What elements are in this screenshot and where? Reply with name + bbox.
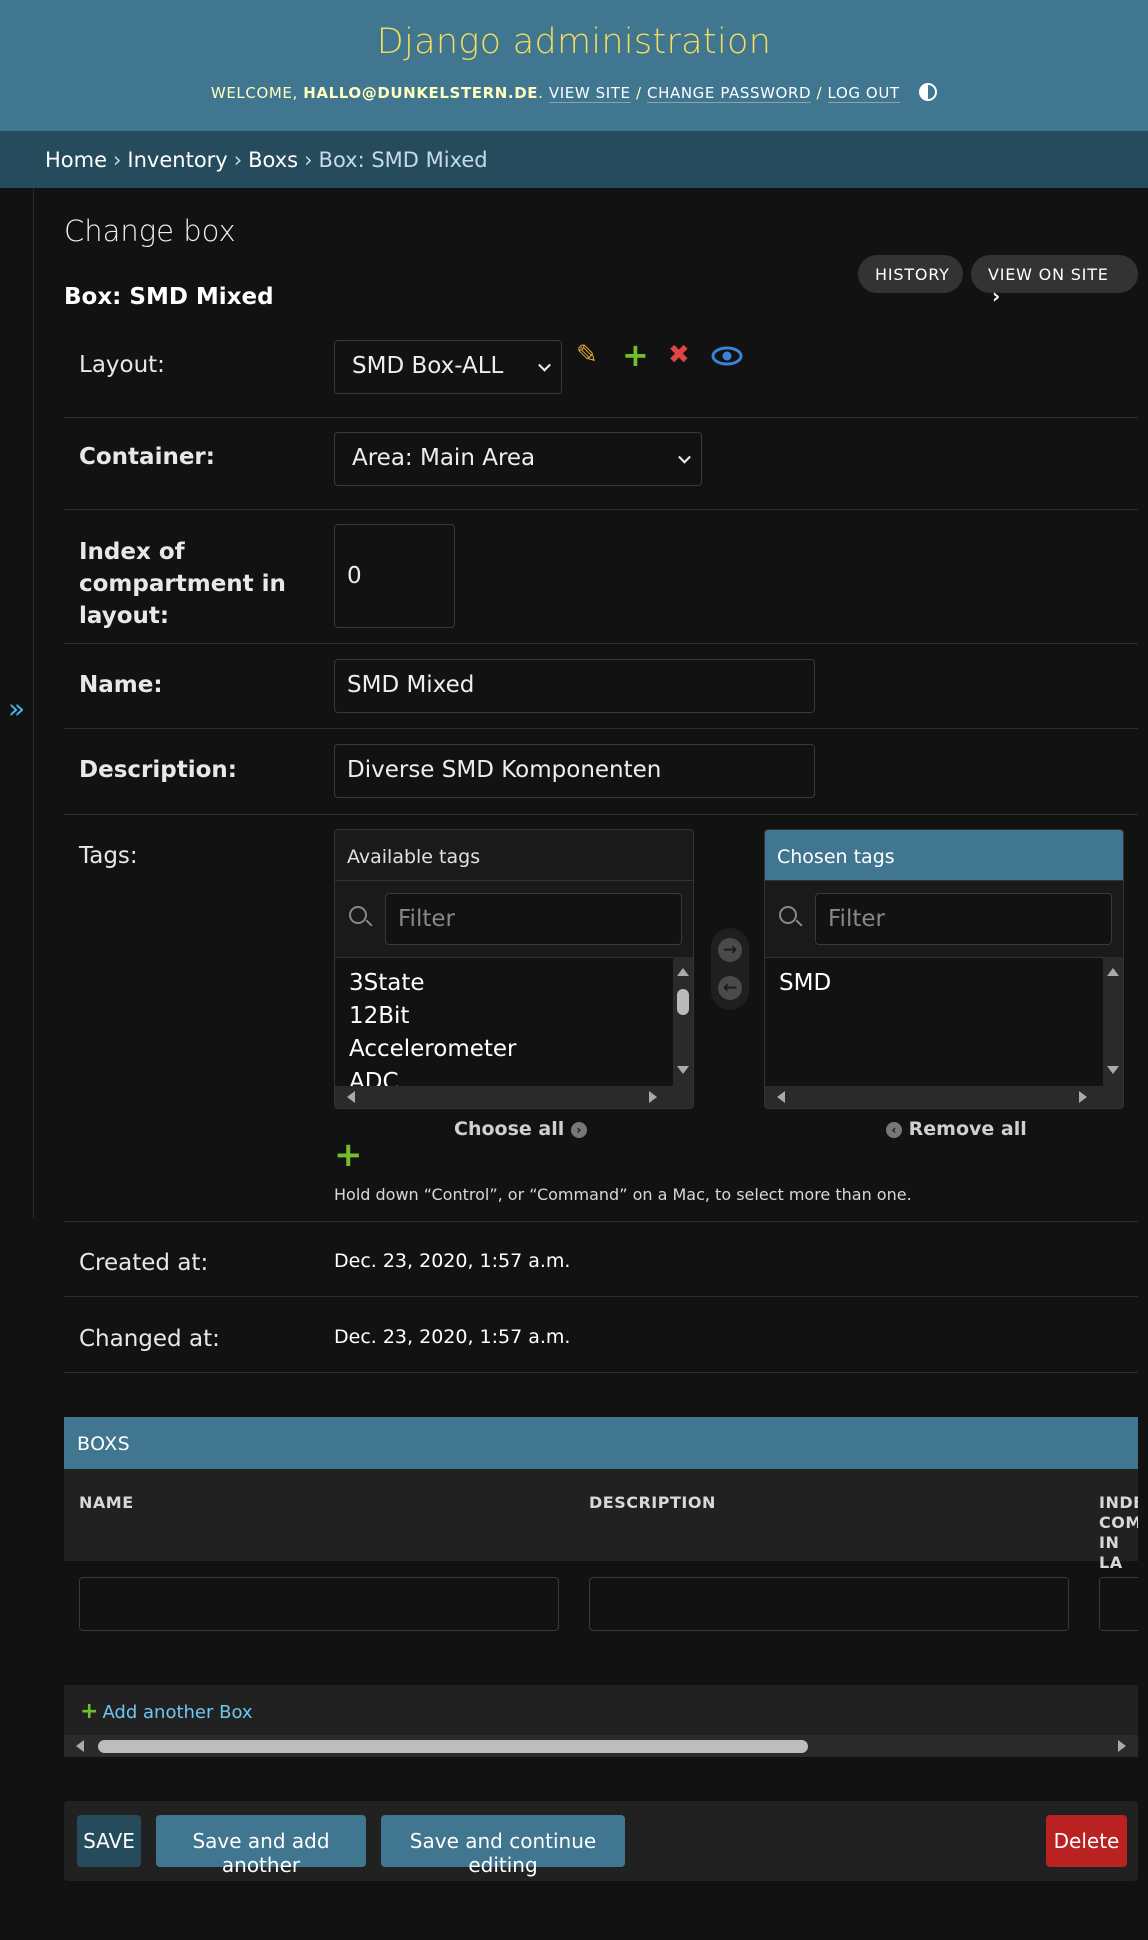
site-header: Django administration Welcome, hallo@dun… — [0, 0, 1148, 131]
inline-title: BOXS — [64, 1417, 1138, 1469]
breadcrumb: Home › Inventory › Boxs › Box: SMD Mixed — [0, 131, 1148, 188]
index-input[interactable]: 0 — [334, 524, 455, 628]
save-and-continue-button[interactable]: Save and continue editing — [381, 1815, 625, 1877]
user-email: hallo@dunkelstern.de — [303, 84, 539, 102]
save-and-add-another-button[interactable]: Save and add another — [156, 1815, 366, 1877]
list-item[interactable]: ADC — [335, 1069, 673, 1086]
list-item[interactable]: Accelerometer — [335, 1036, 673, 1069]
boxs-inline: BOXS NAME DESCRIPTION INDE COM IN LA +Ad… — [64, 1417, 1138, 1757]
chosen-tags-title: Chosen tags — [765, 830, 1123, 881]
container-select-value: Area: Main Area — [352, 445, 536, 471]
available-tags-box: Available tags Filter 3State 12Bit Accel… — [334, 829, 694, 1109]
breadcrumb-current: Box: SMD Mixed — [318, 148, 488, 172]
delete-x-icon[interactable]: ✖ — [668, 340, 690, 370]
theme-toggle-icon[interactable] — [919, 83, 938, 101]
view-eye-icon[interactable] — [711, 344, 743, 374]
chosen-horizontal-scrollbar[interactable] — [765, 1086, 1123, 1108]
chosen-vertical-scrollbar[interactable] — [1103, 957, 1123, 1086]
view-on-site-button[interactable]: View on site › — [971, 255, 1138, 308]
available-tags-title: Available tags — [335, 830, 693, 881]
created-at-value: Dec. 23, 2020, 1:57 a.m. — [334, 1250, 571, 1272]
history-button[interactable]: History — [858, 255, 963, 293]
add-plus-icon: + — [80, 1699, 99, 1724]
container-label: Container: — [79, 444, 215, 470]
inline-index-input[interactable] — [1099, 1577, 1138, 1631]
choose-all-label: Choose all — [454, 1118, 565, 1140]
user-tools: Welcome, hallo@dunkelstern.de. View site… — [0, 83, 1148, 103]
sidebar-toggle-icon[interactable]: » — [8, 692, 25, 725]
available-vertical-scrollbar[interactable] — [673, 957, 693, 1086]
edit-pencil-icon[interactable]: ✎ — [576, 340, 598, 370]
add-another-label: Add another Box — [102, 1702, 253, 1723]
tags-label: Tags: — [79, 843, 138, 869]
inline-horizontal-scrollbar[interactable] — [64, 1735, 1138, 1757]
arrow-right-icon[interactable]: → — [718, 938, 742, 962]
add-plus-icon[interactable]: + — [622, 336, 649, 374]
column-name: NAME — [79, 1493, 134, 1512]
add-another-box-link[interactable]: + Add another Box — [64, 1685, 1138, 1735]
choose-all-button[interactable]: Choose all › — [454, 1118, 587, 1140]
layout-select-value: SMD Box-ALL — [352, 353, 504, 379]
save-button[interactable]: SAVE — [77, 1815, 141, 1867]
site-title[interactable]: Django administration — [0, 22, 1148, 62]
page-title: Change box — [64, 214, 236, 248]
chosen-filter-input[interactable]: Filter — [815, 893, 1112, 945]
chevron-right-icon: › — [992, 284, 1002, 308]
remove-all-button[interactable]: ‹ Remove all — [886, 1118, 1027, 1140]
breadcrumb-boxs[interactable]: Boxs — [248, 148, 298, 172]
view-on-site-label: View on site — [988, 265, 1109, 284]
tags-help-text: Hold down “Control”, or “Command” on a M… — [334, 1185, 912, 1204]
list-item[interactable]: 3State — [335, 970, 673, 1003]
inline-description-input[interactable] — [589, 1577, 1069, 1631]
chosen-tags-list: SMD — [765, 957, 1103, 1086]
description-label: Description: — [79, 757, 237, 783]
welcome-text: Welcome, — [210, 84, 298, 102]
add-tag-plus-icon[interactable]: + — [334, 1138, 363, 1172]
arrow-left-icon[interactable]: ← — [718, 976, 742, 1000]
search-icon — [779, 906, 797, 924]
column-description: DESCRIPTION — [589, 1493, 716, 1512]
inline-column-headers: NAME DESCRIPTION INDE COM IN LA — [64, 1469, 1138, 1572]
name-input[interactable]: SMD Mixed — [334, 659, 815, 713]
changed-at-value: Dec. 23, 2020, 1:57 a.m. — [334, 1326, 571, 1348]
description-input[interactable]: Diverse SMD Komponenten — [334, 744, 815, 798]
chevron-down-icon — [538, 358, 551, 372]
layout-label: Layout: — [79, 352, 165, 378]
view-site-link[interactable]: View site — [548, 84, 631, 103]
breadcrumb-home[interactable]: Home — [45, 148, 107, 172]
submit-row: SAVE Save and add another Save and conti… — [64, 1801, 1138, 1881]
layout-select[interactable]: SMD Box-ALL — [334, 340, 562, 394]
available-horizontal-scrollbar[interactable] — [335, 1086, 693, 1108]
available-tags-list: 3State 12Bit Accelerometer ADC — [335, 957, 673, 1086]
index-label: Index of compartment in layout: — [79, 539, 286, 629]
change-password-link[interactable]: Change password — [647, 84, 812, 103]
inline-name-input[interactable] — [79, 1577, 559, 1631]
selector-mover: → ← — [711, 928, 749, 1010]
name-label: Name: — [79, 672, 163, 698]
changed-at-label: Changed at: — [79, 1326, 220, 1352]
remove-all-label: Remove all — [908, 1118, 1027, 1140]
list-item[interactable]: 12Bit — [335, 1003, 673, 1036]
column-index: INDE COM IN LA — [1099, 1493, 1138, 1572]
created-at-label: Created at: — [79, 1250, 209, 1276]
chevron-right-icon: › — [570, 1122, 587, 1138]
chevron-left-icon: ‹ — [886, 1122, 902, 1138]
list-item[interactable]: SMD — [765, 970, 1103, 1003]
scroll-thumb[interactable] — [98, 1740, 808, 1753]
container-select[interactable]: Area: Main Area — [334, 432, 702, 486]
chevron-down-icon — [678, 450, 691, 464]
search-icon — [349, 906, 367, 924]
available-filter-input[interactable]: Filter — [385, 893, 682, 945]
object-subtitle: Box: SMD Mixed — [64, 284, 274, 310]
chosen-tags-box: Chosen tags Filter SMD — [764, 829, 1124, 1109]
log-out-link[interactable]: Log out — [827, 84, 900, 103]
sidebar-divider — [33, 188, 34, 1218]
delete-button[interactable]: Delete — [1046, 1815, 1127, 1867]
breadcrumb-inventory[interactable]: Inventory — [127, 148, 227, 172]
